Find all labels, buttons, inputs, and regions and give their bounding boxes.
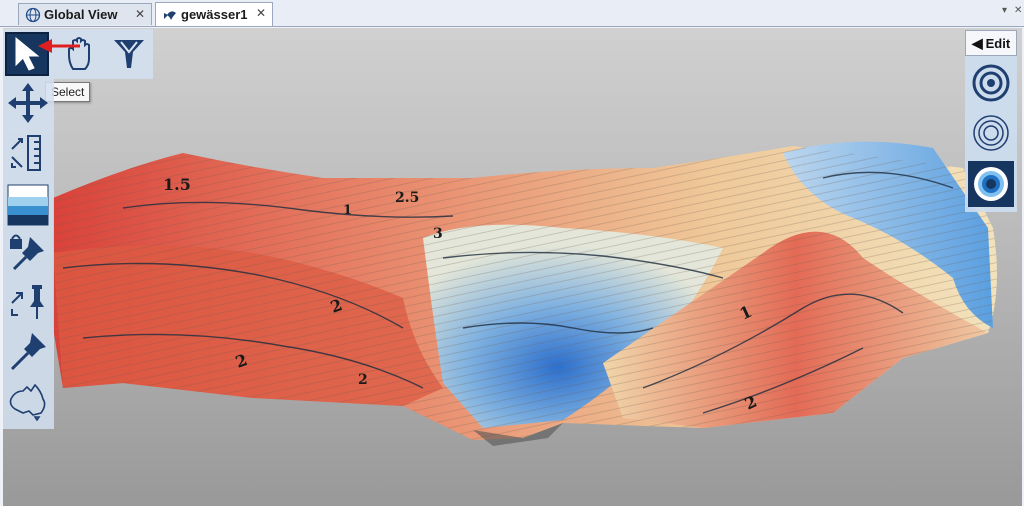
right-tool-panel: ◀ Edit	[965, 30, 1017, 212]
target-rings-button[interactable]	[968, 60, 1014, 106]
close-icon[interactable]: ✕	[256, 6, 266, 20]
concentric-rings-icon	[973, 115, 1009, 151]
scale-tool-button[interactable]	[6, 131, 50, 175]
australia-map-button[interactable]	[6, 379, 50, 423]
contour-texture	[53, 146, 997, 440]
concentric-rings-button[interactable]	[968, 110, 1014, 156]
edit-label: Edit	[985, 35, 1011, 51]
triangle-left-icon: ◀	[971, 34, 983, 51]
target-rings-icon	[972, 64, 1010, 102]
move-tool-button[interactable]	[6, 81, 50, 125]
tab-label: Global View	[44, 7, 118, 22]
contour-label: 2.5	[395, 190, 419, 206]
pin-resize-button[interactable]	[6, 279, 50, 323]
tool-column	[3, 79, 54, 429]
filled-rings-button[interactable]	[968, 161, 1014, 207]
contour-label: 3	[433, 226, 443, 242]
filled-rings-icon	[974, 167, 1008, 201]
contour-label: 2	[358, 372, 368, 388]
tab-label: gewässer1	[181, 7, 248, 22]
globe-icon	[25, 7, 41, 22]
pin-resize-icon	[11, 285, 44, 319]
edit-button[interactable]: ◀ Edit	[965, 30, 1017, 56]
move-arrows-icon	[8, 83, 48, 123]
scale-ruler-icon	[11, 135, 41, 171]
pin-icon	[10, 333, 46, 371]
australia-map-icon	[9, 383, 46, 421]
water-layers-icon	[7, 184, 49, 226]
contour-label: 1.5	[163, 175, 191, 194]
contour-label: 1	[343, 203, 352, 218]
close-icon[interactable]: ✕	[1014, 5, 1022, 16]
y-tool-button[interactable]	[107, 32, 151, 76]
lock-pin-button[interactable]	[6, 231, 50, 275]
tab-gewasser1[interactable]: gewässer1 ✕	[155, 2, 273, 26]
y-shape-icon	[114, 40, 144, 68]
terrain-surface: 1.5 2.5 3 1 2 2 2 1 2	[53, 141, 997, 446]
chevron-down-icon[interactable]: ▾	[1002, 5, 1007, 16]
3d-viewport[interactable]: 1.5 2.5 3 1 2 2 2 1 2	[3, 28, 1022, 506]
pin-button[interactable]	[6, 329, 50, 373]
lock-pin-icon	[10, 234, 44, 271]
arrow-left-icon	[38, 39, 80, 53]
close-icon[interactable]: ✕	[135, 7, 145, 21]
tab-strip: Global View ✕ gewässer1 ✕ ▾ ✕	[0, 0, 1024, 27]
water-layers-button[interactable]	[6, 183, 50, 227]
fish-icon	[164, 10, 176, 20]
tab-global-view[interactable]: Global View ✕	[18, 3, 152, 25]
